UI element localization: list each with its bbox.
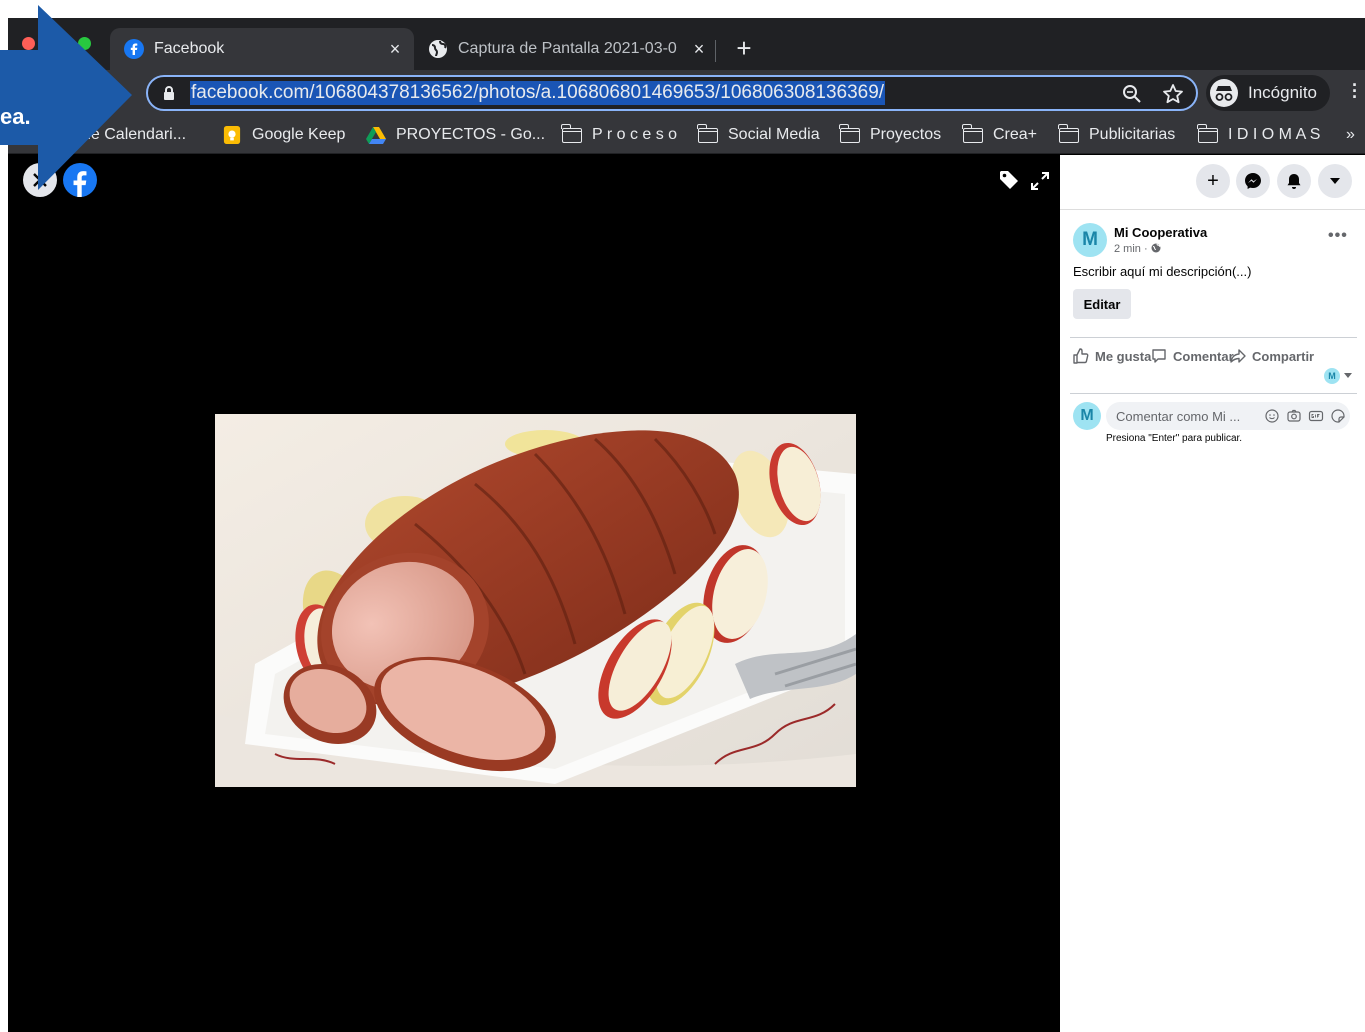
lock-icon bbox=[164, 86, 174, 100]
bookmark-label: P r o c e s o bbox=[592, 126, 678, 143]
bookmark-label: I D I O M A S bbox=[1228, 126, 1321, 143]
commenter-avatar: M bbox=[1073, 402, 1101, 430]
tab-close-button[interactable]: × bbox=[384, 39, 406, 60]
keep-icon bbox=[223, 126, 241, 144]
tab-separator bbox=[715, 40, 716, 62]
comment-button[interactable]: Comentar bbox=[1151, 348, 1234, 364]
tab-facebook[interactable]: Facebook × bbox=[110, 28, 414, 70]
sticker-icon[interactable] bbox=[1330, 408, 1346, 424]
divider bbox=[1070, 337, 1357, 338]
tab-captura[interactable]: Captura de Pantalla 2021-03-0 × bbox=[418, 28, 718, 70]
thumbs-up-icon bbox=[1073, 348, 1089, 364]
comment-icon bbox=[1152, 349, 1166, 363]
url-text[interactable]: facebook.com/106804378136562/photos/a.10… bbox=[190, 81, 886, 105]
messenger-button[interactable] bbox=[1236, 164, 1270, 198]
gif-icon[interactable] bbox=[1308, 408, 1324, 424]
bookmark-crea[interactable]: Crea+ bbox=[962, 123, 1038, 147]
edit-button[interactable]: Editar bbox=[1073, 289, 1131, 319]
bookmark-label: Proyectos bbox=[870, 126, 942, 143]
bell-icon bbox=[1287, 174, 1301, 189]
comment-tools bbox=[1264, 408, 1346, 424]
post-photo bbox=[215, 414, 856, 787]
folder-icon bbox=[1197, 123, 1218, 143]
folder-icon bbox=[1058, 123, 1079, 143]
notifications-button[interactable] bbox=[1277, 164, 1311, 198]
post-side-panel: + M Mi Cooperativa 2 min · ••• Escribir … bbox=[1060, 155, 1365, 1032]
address-bar[interactable]: facebook.com/106804378136562/photos/a.10… bbox=[146, 75, 1198, 111]
share-audience-avatar[interactable]: M bbox=[1324, 368, 1340, 384]
bookmark-label: Social Media bbox=[728, 126, 820, 143]
annotation-text: ea. bbox=[0, 104, 31, 129]
bookmark-proyectos-drive[interactable]: PROYECTOS - Go... bbox=[366, 123, 545, 147]
bookmark-label: Google Keep bbox=[252, 126, 346, 143]
bookmark-label: Crea+ bbox=[993, 126, 1038, 143]
drive-icon bbox=[366, 127, 386, 144]
tag-icon[interactable] bbox=[998, 169, 1020, 191]
incognito-badge[interactable]: Incógnito bbox=[1206, 75, 1330, 111]
bookmark-proyectos[interactable]: Proyectos bbox=[839, 123, 942, 147]
bookmark-google-keep[interactable]: Google Keep bbox=[222, 123, 345, 147]
tab-title: Facebook bbox=[154, 40, 225, 57]
bookmark-idiomas[interactable]: I D I O M A S bbox=[1197, 123, 1321, 147]
bookmark-publicitarias[interactable]: Publicitarias bbox=[1058, 123, 1176, 147]
bookmarks-overflow-button[interactable]: » bbox=[1346, 123, 1355, 147]
globe-icon bbox=[429, 40, 447, 58]
post-time: 2 min · bbox=[1114, 243, 1151, 255]
emoji-icon[interactable] bbox=[1264, 408, 1280, 424]
bookmark-social-media[interactable]: Social Media bbox=[697, 123, 820, 147]
account-menu-button[interactable] bbox=[1318, 164, 1352, 198]
bookmark-label: Publicitarias bbox=[1089, 126, 1176, 143]
post-description: Escribir aquí mi descripción(...) bbox=[1073, 264, 1252, 279]
bookmarks-bar: ...le Calendari... Google Keep PROYECTOS… bbox=[8, 116, 1365, 154]
messenger-icon bbox=[1245, 173, 1261, 189]
folder-icon bbox=[697, 123, 718, 143]
browser-window: Facebook × Captura de Pantalla 2021-03-0… bbox=[8, 18, 1365, 1032]
tab-close-button[interactable]: × bbox=[688, 39, 710, 60]
folder-icon bbox=[962, 123, 983, 143]
author-avatar[interactable]: M bbox=[1073, 223, 1107, 257]
new-tab-button[interactable]: + bbox=[730, 34, 758, 62]
incognito-label: Incógnito bbox=[1248, 83, 1317, 102]
share-button[interactable]: Compartir bbox=[1230, 348, 1314, 364]
folder-icon bbox=[839, 123, 860, 143]
photo-viewer bbox=[8, 155, 1060, 1032]
tab-strip: Facebook × Captura de Pantalla 2021-03-0… bbox=[8, 18, 1365, 70]
comment-placeholder: Comentar como Mi ... bbox=[1116, 408, 1241, 424]
comment-label: Comentar bbox=[1173, 348, 1234, 364]
menu-icon[interactable]: · · · bbox=[1348, 76, 1362, 106]
star-icon[interactable] bbox=[1162, 83, 1184, 105]
public-globe-icon bbox=[1151, 243, 1161, 253]
post-timestamp[interactable]: 2 min · bbox=[1114, 243, 1161, 255]
share-label: Compartir bbox=[1252, 348, 1315, 364]
like-button[interactable]: Me gusta bbox=[1073, 348, 1151, 364]
fullscreen-icon[interactable] bbox=[1030, 171, 1050, 191]
tab-title: Captura de Pantalla 2021-03-0 bbox=[458, 40, 677, 57]
comment-input[interactable]: Comentar como Mi ... bbox=[1106, 402, 1350, 430]
facebook-top-bar: + bbox=[1060, 155, 1365, 210]
browser-toolbar: facebook.com/106804378136562/photos/a.10… bbox=[8, 70, 1365, 116]
folder-icon bbox=[561, 123, 582, 143]
divider bbox=[1070, 393, 1357, 394]
post-author[interactable]: Mi Cooperativa bbox=[1114, 225, 1207, 240]
annotation-arrow bbox=[0, 5, 132, 190]
bookmark-label: PROYECTOS - Go... bbox=[396, 126, 546, 143]
camera-icon[interactable] bbox=[1286, 408, 1302, 424]
chevron-down-icon[interactable] bbox=[1344, 373, 1352, 379]
comment-hint: Presiona "Enter" para publicar. bbox=[1106, 433, 1243, 444]
like-label: Me gusta bbox=[1095, 348, 1152, 364]
search-icon[interactable] bbox=[1121, 83, 1143, 105]
bookmark-proceso[interactable]: P r o c e s o bbox=[561, 123, 678, 147]
incognito-icon bbox=[1210, 79, 1238, 107]
post-options-button[interactable]: ••• bbox=[1328, 227, 1348, 245]
chevron-down-icon bbox=[1330, 178, 1340, 184]
create-button[interactable]: + bbox=[1196, 164, 1230, 198]
share-icon bbox=[1230, 349, 1246, 363]
